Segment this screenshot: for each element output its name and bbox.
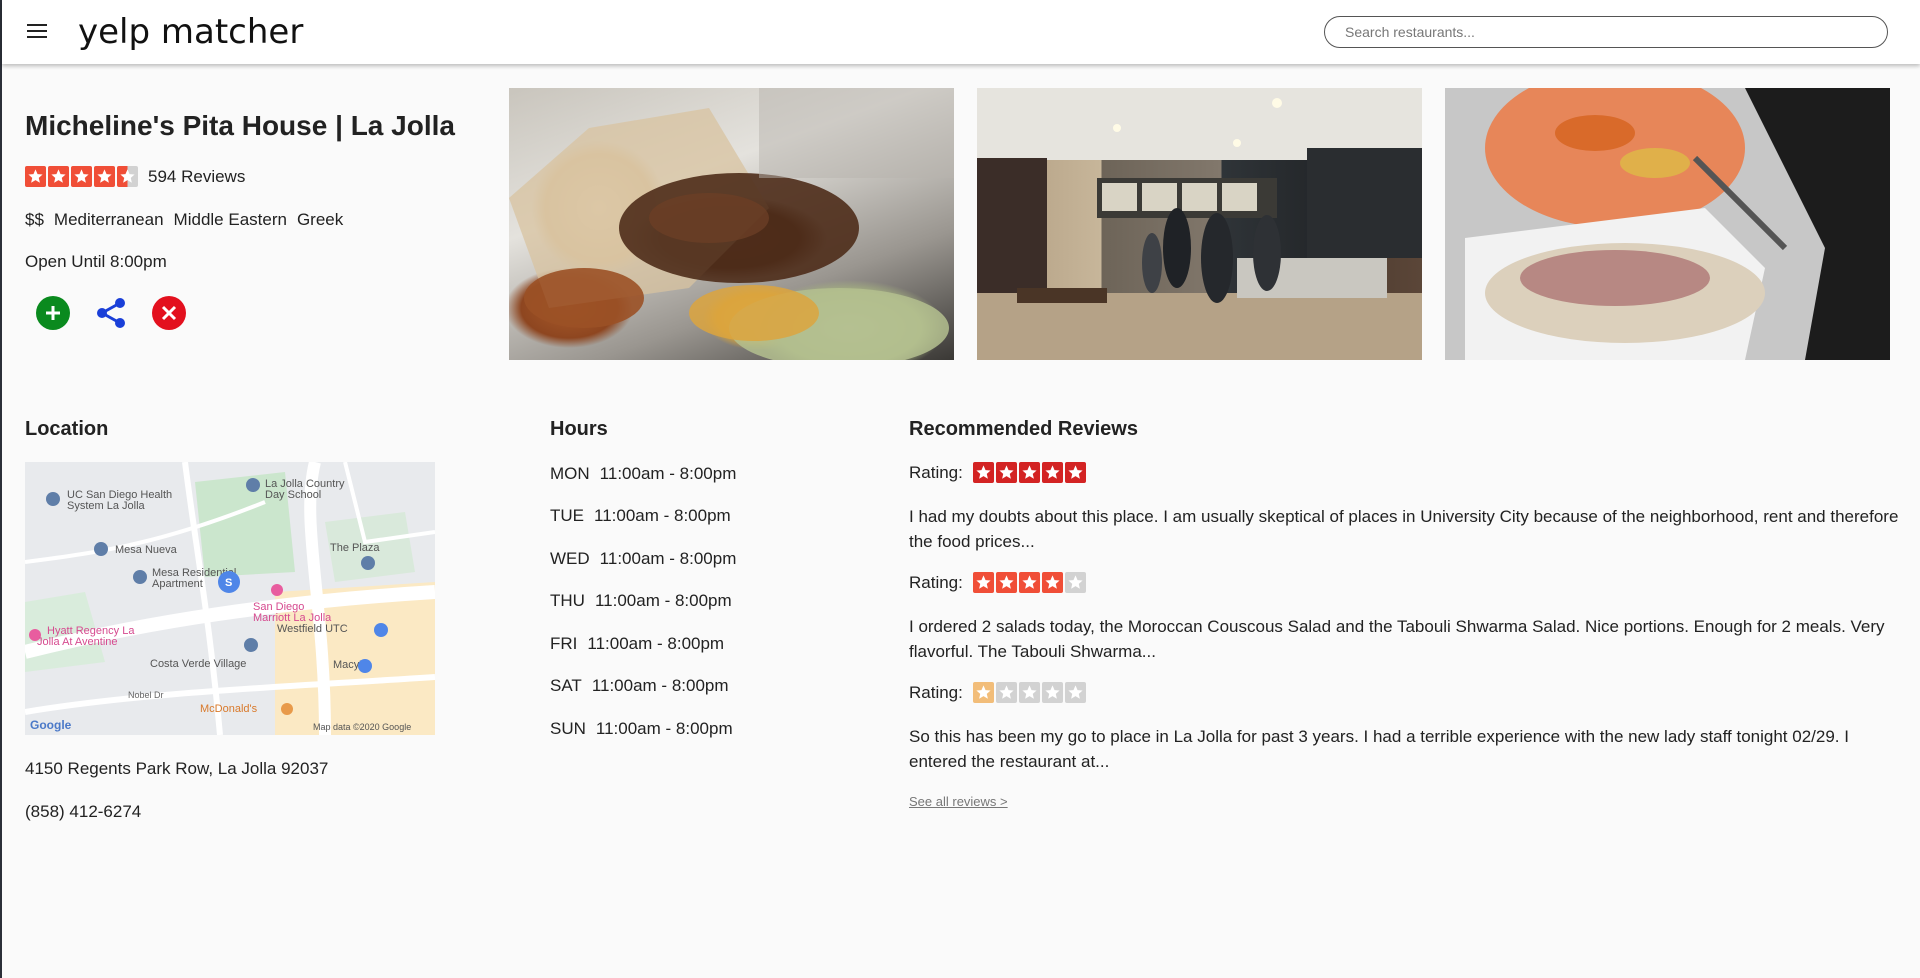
action-buttons <box>36 296 186 330</box>
rating-label: Rating: <box>909 682 963 702</box>
star-icon <box>1041 462 1063 483</box>
location-heading: Location <box>25 418 109 440</box>
add-button[interactable] <box>36 296 70 330</box>
star-icon <box>995 682 1017 703</box>
category-tag[interactable]: Greek <box>297 210 343 230</box>
star-icon <box>1018 572 1040 593</box>
hours-row: WED 11:00am - 8:00pm <box>550 549 736 569</box>
hours-day: TUE <box>550 506 584 525</box>
rating-stars <box>25 166 138 187</box>
business-address: 4150 Regents Park Row, La Jolla 92037 <box>25 759 329 778</box>
search-input[interactable] <box>1324 16 1888 48</box>
map-label: Costa Verde Village <box>150 658 246 670</box>
share-icon <box>97 298 125 328</box>
star-icon <box>1041 682 1063 703</box>
review-rating: Rating: <box>909 682 1086 703</box>
map-label: The Plaza <box>330 542 380 554</box>
hours-row: SAT 11:00am - 8:00pm <box>550 676 729 696</box>
photo-wrap[interactable] <box>1445 88 1890 360</box>
business-tags: $$ Mediterranean Middle Eastern Greek <box>25 210 353 230</box>
hours-time: 11:00am - 8:00pm <box>594 591 732 610</box>
hours-day: MON <box>550 464 590 483</box>
review-rating: Rating: <box>909 462 1086 483</box>
map-label: Jolla At Aventine <box>37 636 118 648</box>
review-count[interactable]: 594 Reviews <box>148 167 245 187</box>
review-stars <box>972 462 1086 483</box>
star-icon <box>995 572 1017 593</box>
review-text: I ordered 2 salads today, the Moroccan C… <box>909 617 1885 661</box>
map-label: Day School <box>265 489 321 501</box>
photo-interior[interactable] <box>977 88 1422 360</box>
price-level: $$ <box>25 210 44 229</box>
hours-row: SUN 11:00am - 8:00pm <box>550 719 733 739</box>
business-name: Micheline's Pita House | La Jolla <box>25 110 455 141</box>
app-bar: yelp matcher <box>2 0 1920 64</box>
close-circle-icon <box>161 305 177 321</box>
star-icon <box>25 166 46 187</box>
dismiss-button[interactable] <box>152 296 186 330</box>
photo-gyro-plate[interactable] <box>509 88 954 360</box>
hamburger-icon[interactable] <box>27 22 49 40</box>
map-label: Westfield UTC <box>277 623 348 635</box>
star-icon <box>117 166 138 187</box>
review-rating: Rating: <box>909 572 1086 593</box>
window-edge <box>0 0 2 978</box>
map-label: System La Jolla <box>67 500 146 512</box>
hours-row: TUE 11:00am - 8:00pm <box>550 506 731 526</box>
hours-time: 11:00am - 8:00pm <box>587 634 725 653</box>
hours-time: 11:00am - 8:00pm <box>591 676 729 695</box>
star-icon <box>972 462 994 483</box>
star-icon <box>48 166 69 187</box>
star-icon <box>71 166 92 187</box>
hours-row: MON 11:00am - 8:00pm <box>550 464 736 484</box>
business-phone[interactable]: (858) 412-6274 <box>25 802 141 822</box>
hours-day: WED <box>550 549 590 568</box>
map-pin: S <box>225 577 232 589</box>
hours-day: FRI <box>550 634 578 653</box>
hours-day: THU <box>550 591 585 610</box>
star-icon <box>1064 572 1086 593</box>
hours-heading: Hours <box>550 418 608 440</box>
app-title: yelp matcher <box>78 12 304 52</box>
star-icon <box>972 572 994 593</box>
star-icon <box>1064 462 1086 483</box>
review-stars <box>972 682 1086 703</box>
hours-time: 11:00am - 8:00pm <box>599 549 737 568</box>
star-icon <box>1018 462 1040 483</box>
rating-label: Rating: <box>909 572 963 592</box>
star-icon <box>1018 682 1040 703</box>
map-label: McDonald's <box>200 703 258 715</box>
hours-day: SUN <box>550 719 586 738</box>
plus-circle-icon <box>46 306 60 320</box>
hours-time: 11:00am - 8:00pm <box>595 719 733 738</box>
review-text: I had my doubts about this place. I am u… <box>909 507 1899 551</box>
hours-time: 11:00am - 8:00pm <box>599 464 737 483</box>
star-icon <box>1041 572 1063 593</box>
map-label: Apartment <box>152 578 203 590</box>
review-stars <box>972 572 1086 593</box>
hours-row: FRI 11:00am - 8:00pm <box>550 634 724 654</box>
category-tag[interactable]: Middle Eastern <box>174 210 287 230</box>
hours-time: 11:00am - 8:00pm <box>594 506 731 525</box>
map-label: Nobel Dr <box>128 690 164 700</box>
star-icon <box>972 682 994 703</box>
category-tag[interactable]: Mediterranean <box>54 210 164 230</box>
star-icon <box>94 166 115 187</box>
business-rating: 594 Reviews <box>25 166 245 187</box>
star-icon <box>1064 682 1086 703</box>
star-icon <box>995 462 1017 483</box>
review-text: So this has been my go to place in La Jo… <box>909 727 1849 771</box>
map-attribution: Map data ©2020 Google <box>313 722 411 732</box>
rating-label: Rating: <box>909 462 963 482</box>
hours-day: SAT <box>550 676 582 695</box>
google-logo: Google <box>30 718 72 732</box>
reviews-heading: Recommended Reviews <box>909 418 1138 440</box>
open-status: Open Until 8:00pm <box>25 252 167 271</box>
share-button[interactable] <box>94 296 128 330</box>
map-label: Mesa Nueva <box>115 544 178 556</box>
location-map[interactable]: UC San Diego Health System La Jolla La J… <box>25 462 435 735</box>
see-all-reviews-link[interactable]: See all reviews > <box>909 794 1008 809</box>
hours-row: THU 11:00am - 8:00pm <box>550 591 732 611</box>
